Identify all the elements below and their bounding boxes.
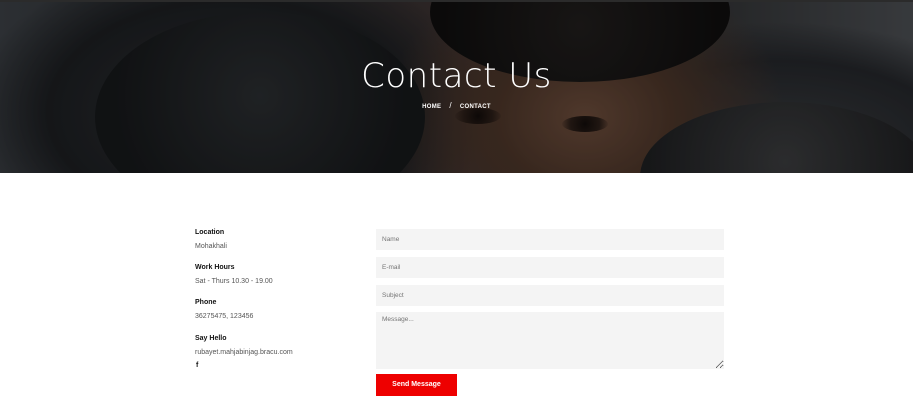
phone-heading: Phone [195, 299, 217, 306]
location-block: Location Mohakhali [195, 228, 227, 252]
facebook-icon[interactable]: f [196, 362, 198, 369]
work-hours-block: Work Hours Sat - Thurs 10.30 - 19.00 [195, 263, 273, 287]
breadcrumb-home-link[interactable]: HOME [422, 104, 441, 110]
message-textarea[interactable] [376, 312, 724, 369]
subject-input[interactable] [376, 285, 724, 306]
location-value: Mohakhali [195, 243, 227, 250]
email-link[interactable]: rubayet.mahjabinjag.bracu.com [195, 348, 375, 358]
breadcrumb-current: CONTACT [459, 104, 491, 110]
email-input[interactable] [376, 257, 724, 278]
breadcrumb: HOME / CONTACT [0, 101, 913, 110]
say-hello-block: Say Hello rubayet.mahjabinjag.bracu.com [195, 334, 375, 358]
say-hello-heading: Say Hello [195, 335, 227, 342]
location-heading: Location [195, 229, 225, 236]
work-hours-heading: Work Hours [195, 264, 235, 271]
send-message-button[interactable]: Send Message [376, 374, 457, 396]
work-hours-value: Sat - Thurs 10.30 - 19.00 [195, 278, 273, 285]
phone-block: Phone 36275475, 123456 [195, 298, 253, 322]
phone-value: 36275475, 123456 [195, 313, 254, 320]
name-input[interactable] [376, 229, 724, 250]
breadcrumb-separator: / [449, 101, 452, 110]
page-title: Contact Us [361, 56, 552, 96]
